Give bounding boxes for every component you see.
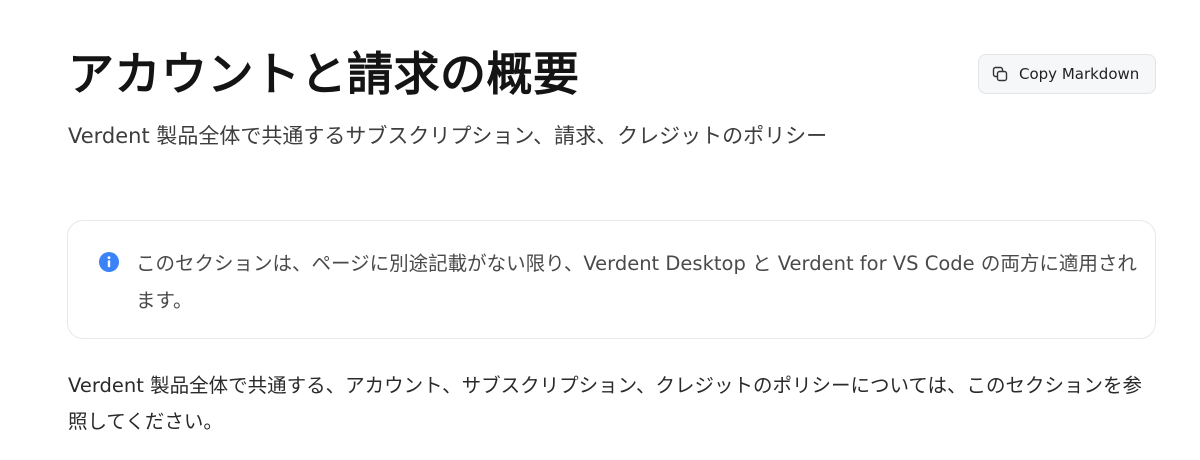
page-title: アカウントと請求の概要: [68, 47, 580, 101]
info-callout: このセクションは、ページに別途記載がない限り、Verdent Desktop と…: [67, 220, 1156, 339]
body-paragraph: Verdent 製品全体で共通する、アカウント、サブスクリプション、クレジットの…: [68, 374, 1143, 433]
info-icon: [98, 251, 120, 273]
copy-markdown-label: Copy Markdown: [1019, 65, 1140, 83]
page-subtitle: Verdent 製品全体で共通するサブスクリプション、請求、クレジットのポリシー: [68, 124, 828, 148]
copy-markdown-button[interactable]: Copy Markdown: [978, 54, 1156, 94]
info-callout-text: このセクションは、ページに別途記載がない限り、Verdent Desktop と…: [136, 252, 1137, 312]
copy-icon: [990, 64, 1010, 84]
docs-page: アカウントと請求の概要 Copy Markdown Verdent 製品全体で共…: [0, 0, 1200, 460]
